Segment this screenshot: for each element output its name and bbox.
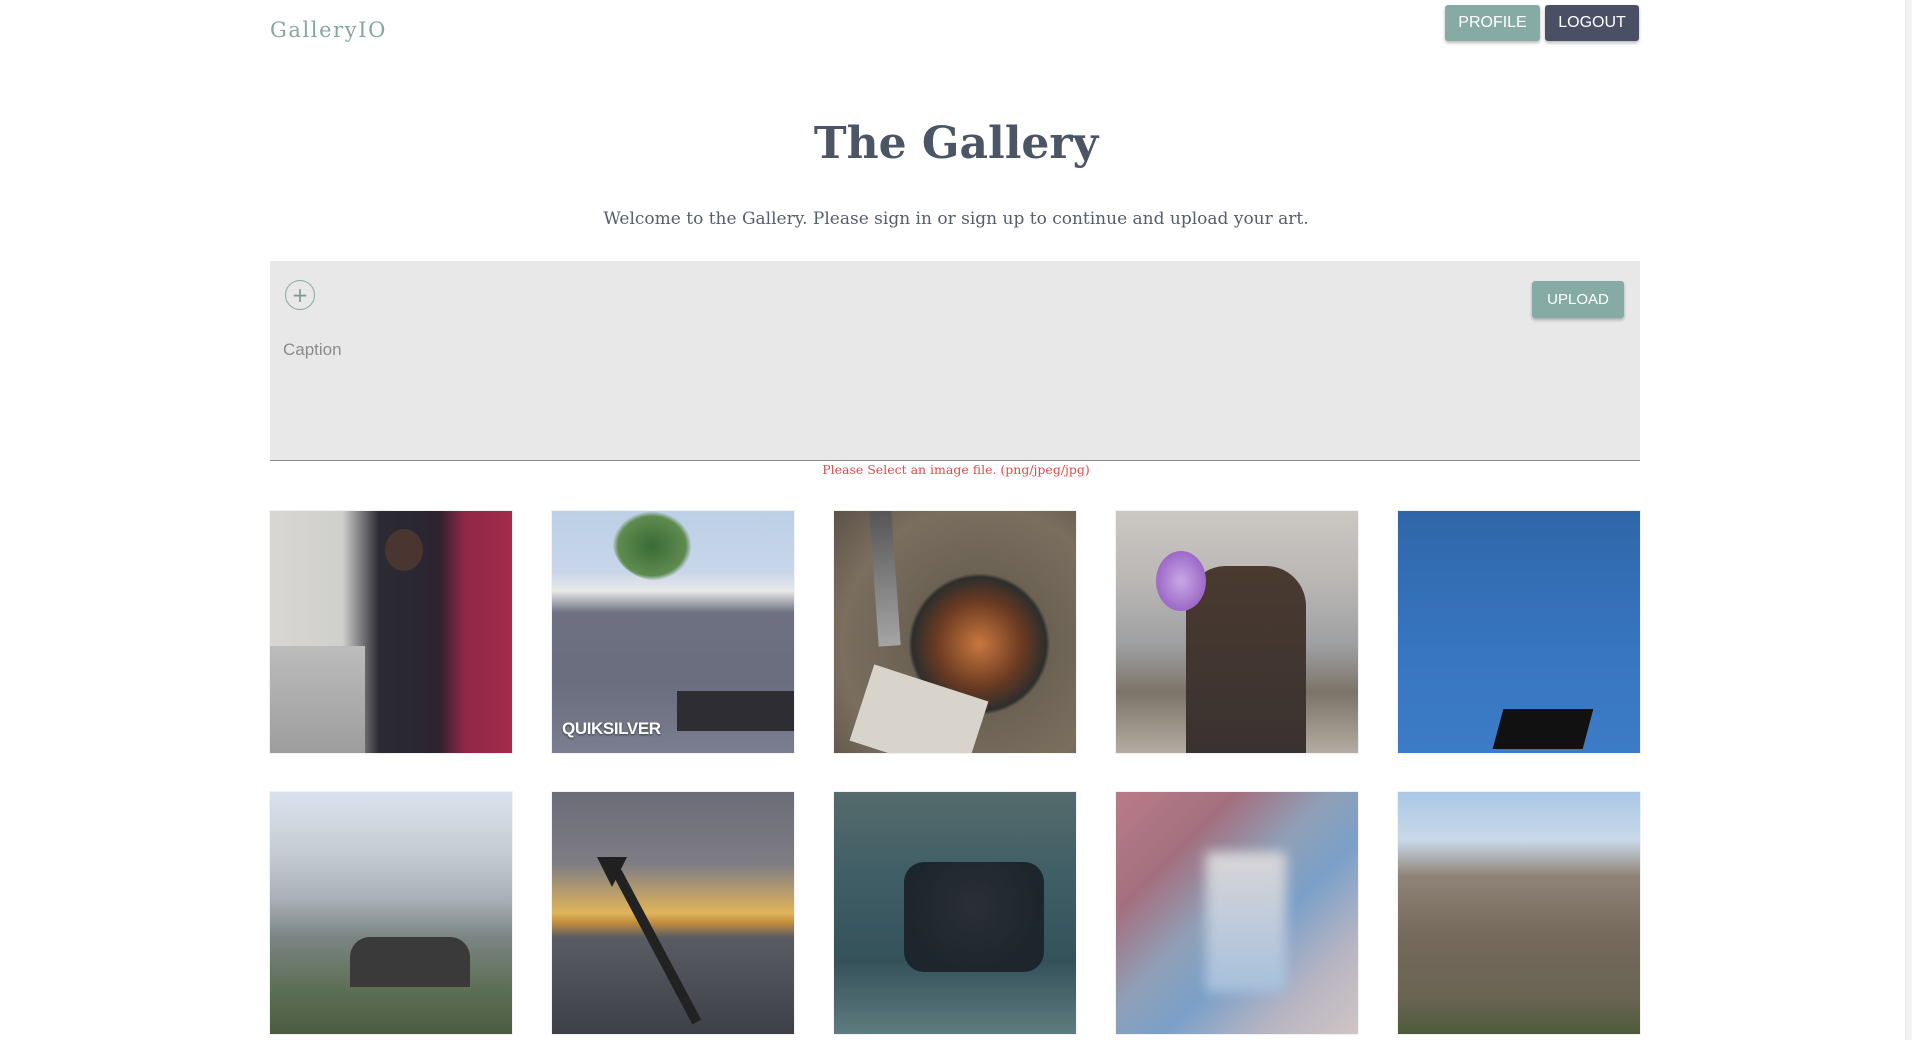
gallery-photo[interactable] <box>834 511 1076 753</box>
logout-button[interactable]: LOGOUT <box>1545 5 1639 41</box>
gallery-photo[interactable]: QUIKSILVER <box>552 511 794 753</box>
gallery-photo[interactable] <box>1398 511 1640 753</box>
gallery-photo[interactable] <box>834 792 1076 1034</box>
gallery-photo[interactable] <box>552 792 794 1034</box>
upload-panel: + UPLOAD <box>270 261 1640 461</box>
plus-icon: + <box>291 283 309 307</box>
profile-button[interactable]: PROFILE <box>1445 5 1540 41</box>
error-message: Please Select an image file. (png/jpeg/j… <box>822 462 1090 477</box>
brand-logo[interactable]: GalleryIO <box>270 18 387 42</box>
caption-input[interactable] <box>283 337 1603 363</box>
gallery-photo[interactable] <box>1116 792 1358 1034</box>
photo-sign-text: QUIKSILVER <box>562 719 661 738</box>
gallery-photo[interactable] <box>270 792 512 1034</box>
gallery-photo[interactable] <box>1398 792 1640 1034</box>
header-nav: PROFILE LOGOUT <box>1445 5 1639 41</box>
gallery-grid: QUIKSILVER <box>270 511 1640 1034</box>
upload-button[interactable]: UPLOAD <box>1532 281 1624 318</box>
add-image-button[interactable]: + <box>285 280 315 310</box>
gallery-photo[interactable] <box>1116 511 1358 753</box>
page-title: The Gallery <box>813 118 1099 169</box>
page-subtitle: Welcome to the Gallery. Please sign in o… <box>603 209 1309 229</box>
gallery-photo[interactable] <box>270 511 512 753</box>
